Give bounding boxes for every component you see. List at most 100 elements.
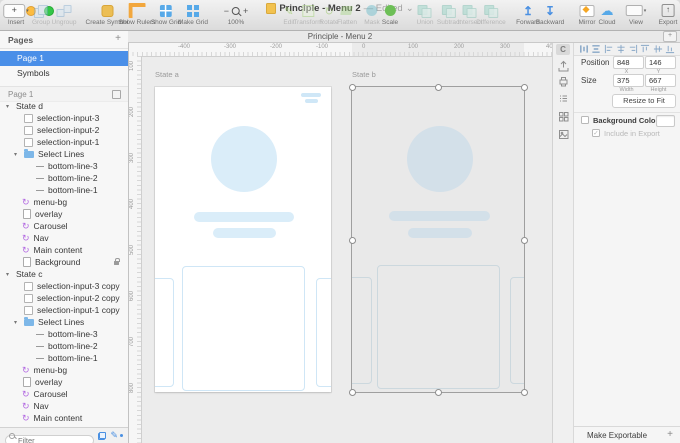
layer-row-bottom-line-3[interactable]: bottom-line-3 [0,160,128,172]
make-grid-button[interactable]: Make Grid [178,3,208,26]
list-dots-icon[interactable] [557,92,570,105]
insert-button[interactable]: ▾Insert [3,3,29,26]
layer-row-selection-input-3[interactable]: selection-input-3 [0,112,128,124]
layer-row-bottom-line-1[interactable]: bottom-line-1 [0,184,128,196]
background-color-well[interactable] [656,115,675,127]
disclosure-triangle-icon[interactable]: ▾ [6,271,12,278]
scale-label: Scale [382,19,398,26]
artboard-state-a[interactable] [155,87,331,392]
align-middle-icon[interactable] [653,44,663,54]
artboard-label-state-a[interactable]: State a [155,70,179,79]
selection-handle[interactable] [521,389,528,396]
layer-row-carousel[interactable]: ↻Carousel [0,388,128,400]
artboard-label-state-b[interactable]: State b [352,70,376,79]
layer-row-nav[interactable]: ↻Nav [0,400,128,412]
layer-label: menu-bg [34,365,68,375]
selection-handle[interactable] [521,237,528,244]
distribute-horizontal-icon[interactable] [579,44,589,54]
selection-handle[interactable] [435,389,442,396]
layer-row-select-lines[interactable]: ▾Select Lines [0,148,128,160]
layer-row-bottom-line-3[interactable]: bottom-line-3 [0,328,128,340]
printer-icon[interactable] [557,75,570,88]
width-field[interactable]: 375 [613,74,644,87]
image-icon[interactable] [557,128,570,141]
zoom-button[interactable]: −+100% [221,3,252,26]
artboard-state-b[interactable] [352,87,524,392]
layer-row-bottom-line-1[interactable]: bottom-line-1 [0,352,128,364]
layer-row-background[interactable]: Background [0,256,128,268]
pencil-icon[interactable]: ✎ [110,431,118,440]
layer-row-selection-input-1[interactable]: selection-input-1 [0,136,128,148]
horizontal-ruler[interactable]: -400-300-200-1000100200300400 [128,42,552,57]
scale-button[interactable]: Scale [382,3,398,26]
selection-handle[interactable] [435,84,442,91]
sketch-window: Principle - Menu 2 — Edited ⌄ ▾InsertGro… [0,0,680,443]
layer-row-selection-input-2-copy[interactable]: selection-input-2 copy [0,292,128,304]
make-exportable-label: Make Exportable [587,431,647,440]
layout-grid-icon[interactable] [557,110,570,123]
align-right-icon[interactable] [628,44,638,54]
layer-row-main-content[interactable]: ↻Main content [0,412,128,424]
layer-row-menu-bg[interactable]: ↻menu-bg [0,364,128,376]
line-icon [36,190,44,191]
layer-row-selection-input-3-copy[interactable]: selection-input-3 copy [0,280,128,292]
title-chevron-icon[interactable]: ⌄ [406,3,414,14]
symbol-icon: ↻ [22,246,30,255]
layer-row-overlay[interactable]: overlay [0,376,128,388]
filter-input[interactable] [5,435,94,443]
layer-row-bottom-line-2[interactable]: bottom-line-2 [0,340,128,352]
selection-handle[interactable] [349,389,356,396]
avatar-placeholder-circle [407,126,473,192]
layer-row-selection-input-2[interactable]: selection-input-2 [0,124,128,136]
export-button[interactable]: Export [659,3,678,26]
align-bottom-icon[interactable] [665,44,675,54]
layer-row-select-lines[interactable]: ▾Select Lines [0,316,128,328]
cloud-button[interactable]: Cloud [599,3,616,26]
align-left-icon[interactable] [604,44,614,54]
disclosure-triangle-icon[interactable]: ▾ [14,151,20,158]
make-exportable-add-button[interactable]: + [667,429,673,440]
y-position-field[interactable]: 146 [645,56,676,69]
selection-handle[interactable] [349,84,356,91]
pages-copy-icon[interactable] [98,432,106,440]
page-item-page-1[interactable]: Page 1 [0,51,128,66]
page-item-symbols[interactable]: Symbols [0,66,128,81]
add-page-button[interactable]: + [115,33,121,44]
include-in-export-checkbox[interactable] [592,129,600,137]
share-upload-icon[interactable] [557,60,570,73]
canvas[interactable]: State a State b [141,56,552,443]
line-icon [36,358,44,359]
layer-row-carousel[interactable]: ↻Carousel [0,220,128,232]
transform-button: Transform [293,3,322,26]
mirror-button[interactable]: Mirror [579,3,596,26]
new-tab-button[interactable]: + [663,31,677,42]
resize-to-fit-button[interactable]: Resize to Fit [612,94,676,108]
layer-row-overlay[interactable]: overlay [0,208,128,220]
artboard-list-icon[interactable] [112,90,121,99]
disclosure-triangle-icon[interactable]: ▾ [14,319,20,326]
selection-handle[interactable] [349,237,356,244]
show-grid-button[interactable]: Show Grid [151,3,181,26]
layer-row-menu-bg[interactable]: ↻menu-bg [0,196,128,208]
layer-row-nav[interactable]: ↻Nav [0,232,128,244]
backward-button[interactable]: Backward [536,3,565,26]
disclosure-triangle-icon[interactable]: ▾ [6,103,12,110]
document-tab[interactable]: Principle - Menu 2 [128,32,552,41]
height-field[interactable]: 667 [645,74,676,87]
align-center-horizontal-icon[interactable] [616,44,626,54]
selection-handle[interactable] [521,84,528,91]
layer-row-selection-input-1-copy[interactable]: selection-input-1 copy [0,304,128,316]
layer-row-main-content[interactable]: ↻Main content [0,244,128,256]
background-color-checkbox[interactable] [581,116,589,124]
layer-row-state-d[interactable]: ▾State d [0,100,128,112]
union-button: Union [417,3,434,26]
distribute-vertical-icon[interactable] [591,44,601,54]
vertical-ruler[interactable]: 100200300400500600700800 [128,56,142,443]
align-top-icon[interactable] [640,44,650,54]
x-position-field[interactable]: 848 [613,56,644,69]
view-button[interactable]: ▾View [626,3,647,26]
layer-row-state-c[interactable]: ▾State c [0,268,128,280]
ruler-number: 200 [454,44,464,50]
craft-logo[interactable]: C [556,44,570,55]
layer-row-bottom-line-2[interactable]: bottom-line-2 [0,172,128,184]
